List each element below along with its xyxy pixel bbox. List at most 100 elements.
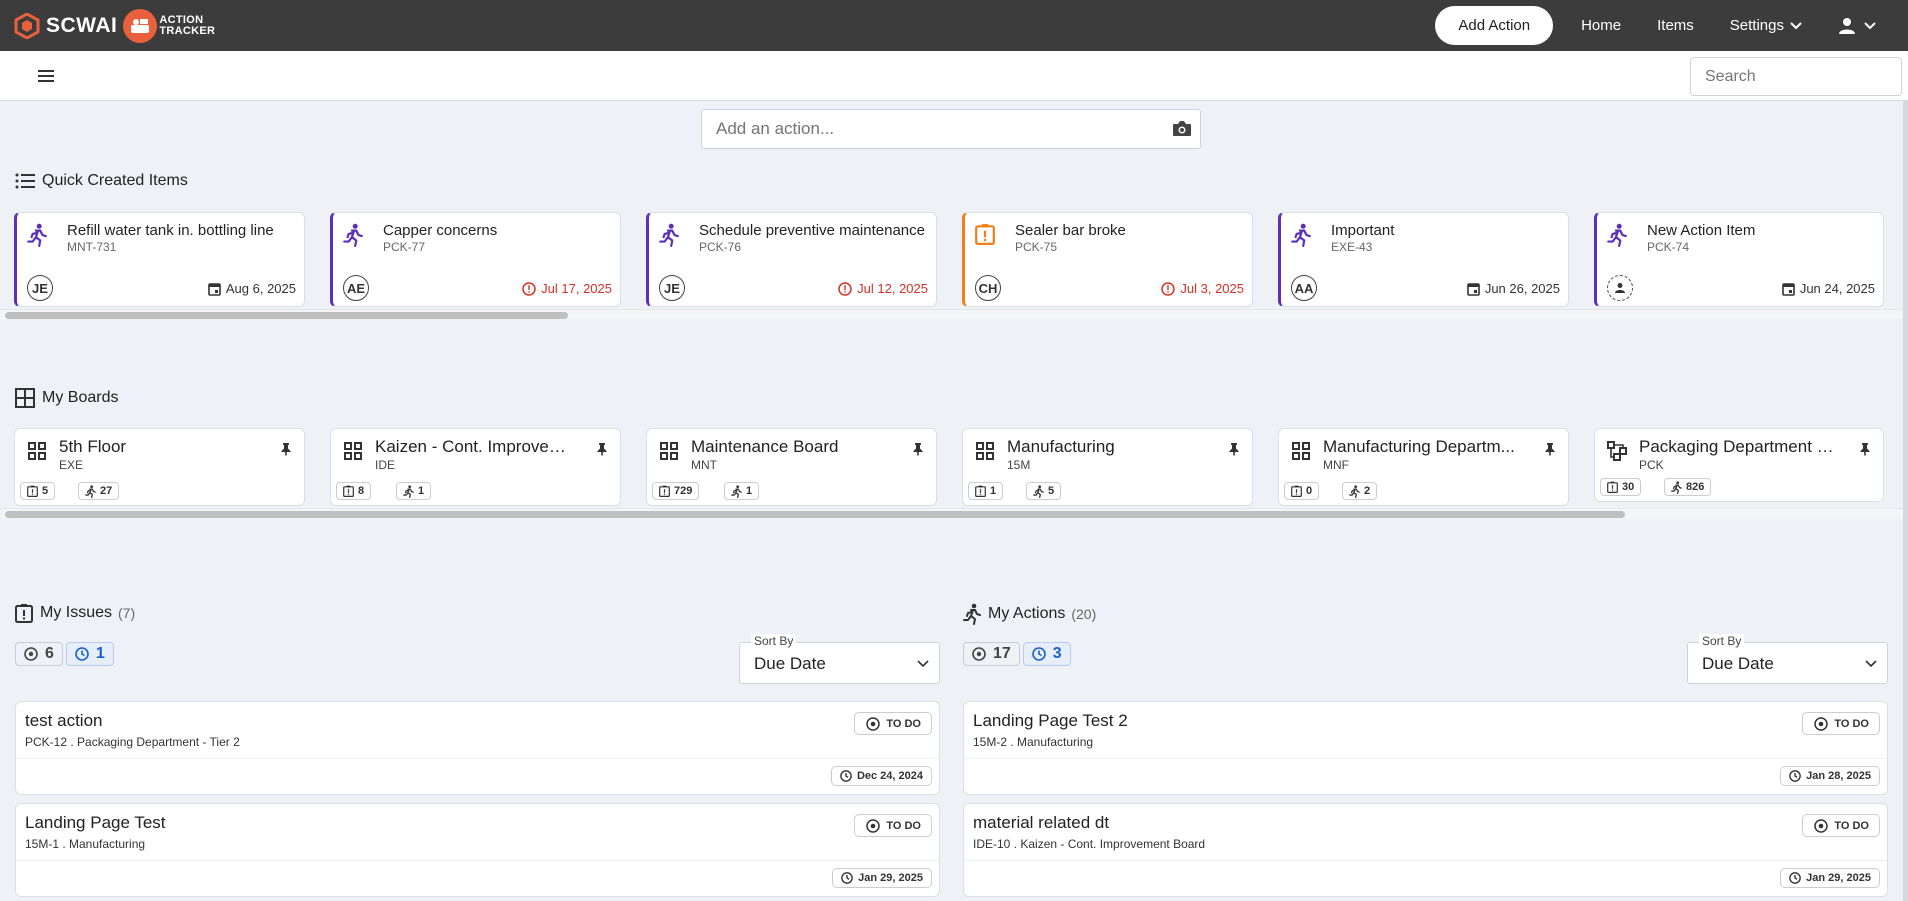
board-card[interactable]: Manufacturing Departm... MNF 0 2 — [1278, 428, 1569, 506]
action-list-item[interactable]: material related dt IDE-10 . Kaizen - Con… — [963, 803, 1888, 897]
board-card[interactable]: Packaging Department - T... PCK 30 826 — [1594, 428, 1884, 502]
actions-open-count: 17 — [993, 645, 1011, 662]
pin-icon[interactable] — [1228, 442, 1240, 456]
quick-items-title: Quick Created Items — [42, 172, 188, 189]
quick-item-title: Capper concerns — [383, 222, 498, 239]
issues-sort-value: Due Date — [754, 654, 826, 673]
my-actions-count: (20) — [1071, 606, 1097, 622]
board-code: PCK — [1639, 458, 1664, 472]
avatar[interactable]: AE — [343, 275, 369, 301]
avatar[interactable]: CH — [975, 275, 1001, 301]
issues-sort-select[interactable]: Sort By Due Date — [739, 634, 940, 684]
nav-settings-menu[interactable]: Settings — [1730, 17, 1802, 34]
board-actions-value: 5 — [1048, 485, 1055, 497]
actions-sort-select[interactable]: Sort By Due Date — [1687, 634, 1888, 684]
board-actions-count: 2 — [1342, 482, 1378, 500]
board-card[interactable]: Kaizen - Cont. Improvem... IDE 8 1 — [330, 428, 621, 506]
divider — [964, 860, 1887, 861]
add-action-input[interactable] — [702, 110, 1142, 148]
issues-count-filters: 6 1 — [15, 642, 117, 666]
pin-icon[interactable] — [280, 442, 292, 456]
nav-home-link[interactable]: Home — [1581, 17, 1621, 34]
running-person-icon — [731, 484, 742, 498]
search-input[interactable] — [1690, 57, 1902, 96]
issue-list-item[interactable]: test action PCK-12 . Packaging Department… — [15, 701, 940, 795]
board-icon — [344, 442, 362, 460]
board-card[interactable]: Maintenance Board MNT 729 1 — [646, 428, 937, 506]
quick-items-scrollbar[interactable] — [0, 309, 1903, 319]
due-date-text: Dec 24, 2024 — [856, 770, 923, 782]
issue-icon — [659, 485, 670, 497]
divider — [964, 758, 1887, 759]
boards-scroll-thumb[interactable] — [5, 511, 1625, 518]
clock-icon — [841, 872, 853, 884]
list-item-title: Landing Page Test — [25, 813, 166, 832]
status-badge[interactable]: TO DO — [1802, 712, 1880, 735]
pin-icon[interactable] — [912, 442, 924, 456]
board-issues-count: 8 — [336, 482, 372, 500]
chevron-down-icon — [917, 660, 929, 668]
camera-icon[interactable] — [1172, 120, 1192, 137]
quick-item-code: PCK-77 — [383, 240, 426, 254]
my-boards-heading: My Boards — [15, 388, 118, 408]
avatar[interactable]: AA — [1291, 275, 1317, 301]
tiered-board-icon — [1607, 441, 1627, 461]
actions-pending-filter[interactable]: 3 — [1022, 642, 1071, 666]
quick-item-code: MNT-731 — [67, 240, 117, 254]
clock-icon — [840, 770, 852, 782]
list-item-subtitle: PCK-12 . Packaging Department - Tier 2 — [25, 735, 240, 749]
pin-icon[interactable] — [596, 442, 608, 456]
board-icon — [1292, 442, 1310, 460]
quick-item-card[interactable]: Refill water tank in. bottling line MNT-7… — [14, 212, 305, 307]
issues-pending-filter[interactable]: 1 — [65, 642, 114, 666]
actions-open-filter[interactable]: 17 — [963, 642, 1020, 666]
boards-scrollbar[interactable] — [0, 508, 1903, 518]
brand-logo[interactable]: SCWAI — [14, 12, 117, 39]
quick-item-card[interactable]: Capper concerns PCK-77 AE Jul 17, 2025 — [330, 212, 621, 307]
avatar[interactable] — [1607, 275, 1633, 301]
my-issues-count: (7) — [118, 605, 136, 621]
due-date-text: Jul 12, 2025 — [857, 281, 928, 296]
board-icon — [976, 442, 994, 460]
quick-item-card[interactable]: New Action Item PCK-74 Jun 24, 2025 — [1594, 212, 1884, 307]
quick-items-scroll-thumb[interactable] — [5, 312, 568, 319]
status-badge[interactable]: TO DO — [1802, 814, 1880, 837]
avatar[interactable]: JE — [27, 275, 53, 301]
user-menu[interactable] — [1838, 17, 1876, 35]
board-card[interactable]: Manufacturing 15M 1 5 — [962, 428, 1253, 506]
running-person-icon — [1291, 223, 1311, 247]
issue-list-item[interactable]: Landing Page Test 15M-1 . Manufacturing TO… — [15, 803, 940, 897]
user-icon — [1839, 17, 1855, 34]
vertical-scrollbar[interactable] — [1903, 101, 1908, 901]
quick-item-card[interactable]: Important EXE-43 AA Jun 26, 2025 — [1278, 212, 1569, 307]
avatar[interactable]: JE — [659, 275, 685, 301]
calendar-icon — [1782, 282, 1795, 296]
board-code: MNF — [1323, 458, 1349, 472]
due-date-text: Jul 3, 2025 — [1180, 281, 1244, 296]
status-badge[interactable]: TO DO — [854, 814, 932, 837]
nav-items-link[interactable]: Items — [1657, 17, 1694, 34]
board-icon — [660, 442, 678, 460]
due-date-text: Jan 28, 2025 — [1806, 770, 1871, 782]
due-date: Jun 24, 2025 — [1782, 281, 1875, 296]
issues-open-filter[interactable]: 6 — [15, 642, 63, 666]
running-person-icon — [1033, 484, 1044, 498]
board-issues-value: 0 — [1306, 485, 1313, 497]
clock-icon — [1789, 872, 1801, 884]
status-badge[interactable]: TO DO — [854, 712, 932, 735]
quick-item-card[interactable]: Sealer bar broke PCK-75 CH Jul 3, 2025 — [962, 212, 1253, 307]
grid-icon — [15, 388, 35, 408]
hamburger-menu-icon[interactable] — [38, 70, 54, 82]
sub-header — [0, 51, 1908, 101]
add-action-button[interactable]: Add Action — [1435, 6, 1554, 45]
pin-icon[interactable] — [1544, 442, 1556, 456]
board-card[interactable]: 5th Floor EXE 5 27 — [14, 428, 305, 506]
scwai-logo-icon — [14, 12, 40, 39]
quick-item-title: Refill water tank in. bottling line — [67, 222, 274, 239]
action-list-item[interactable]: Landing Page Test 2 15M-2 . Manufacturing… — [963, 701, 1888, 795]
my-issues-heading: My Issues (7) — [15, 603, 135, 623]
pin-icon[interactable] — [1859, 442, 1871, 456]
quick-item-card[interactable]: Schedule preventive maintenance PCK-76 JE J… — [646, 212, 937, 307]
list-item-title: material related dt — [973, 813, 1110, 832]
due-date: Jul 12, 2025 — [838, 281, 928, 296]
